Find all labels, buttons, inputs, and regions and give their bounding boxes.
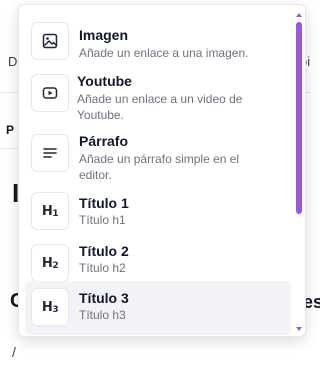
menu-item-description: Añade un enlace a una imagen. bbox=[79, 46, 249, 60]
divider bbox=[0, 92, 20, 93]
menu-item-title: Título 2 bbox=[79, 243, 129, 259]
heading-2-icon: H2 bbox=[31, 244, 69, 282]
menu-item-paragraph[interactable]: Párrafo Añade un párrafo simple en el ed… bbox=[25, 127, 291, 182]
menu-item-title: Título 3 bbox=[79, 290, 129, 306]
menu-item-title: Título 1 bbox=[79, 195, 129, 211]
menu-item-title: Párrafo bbox=[79, 133, 129, 149]
menu-item-description: Añade un párrafo simple en el editor. bbox=[79, 152, 240, 182]
menu-item-description: Título h1 bbox=[79, 213, 126, 227]
menu-item-image[interactable]: Imagen Añade un enlace a una imagen. bbox=[25, 15, 291, 69]
menu-item-youtube[interactable]: Youtube Añade un enlace a un video de Yo… bbox=[25, 67, 291, 122]
paragraph-icon bbox=[31, 134, 69, 172]
divider bbox=[0, 148, 20, 149]
scroll-down-icon[interactable] bbox=[296, 327, 302, 331]
youtube-icon bbox=[31, 74, 69, 112]
slash-command-menu: Imagen Añade un enlace a una imagen. You… bbox=[18, 4, 306, 337]
scroll-up-icon[interactable] bbox=[296, 13, 302, 17]
menu-item-heading-3[interactable]: H3 Título 3 Título h3 bbox=[25, 281, 291, 335]
bg-text-fragment: P bbox=[6, 123, 15, 137]
menu-item-title: Imagen bbox=[79, 27, 129, 43]
menu-item-title: Youtube bbox=[77, 73, 132, 89]
menu-scrollbar[interactable] bbox=[295, 9, 303, 334]
heading-1-icon: H1 bbox=[31, 192, 69, 230]
image-icon bbox=[31, 22, 69, 60]
menu-item-description: Título h3 bbox=[79, 308, 126, 322]
menu-item-description: Título h2 bbox=[79, 261, 126, 275]
bg-text-fragment: D bbox=[8, 54, 18, 69]
menu-item-description: Añade un enlace a un video de Youtube. bbox=[77, 92, 243, 122]
slash-command-text[interactable]: / bbox=[12, 344, 16, 360]
scrollbar-thumb[interactable] bbox=[296, 22, 302, 214]
heading-3-icon: H3 bbox=[31, 288, 69, 326]
menu-item-heading-1[interactable]: H1 Título 1 Título h1 bbox=[25, 185, 291, 239]
